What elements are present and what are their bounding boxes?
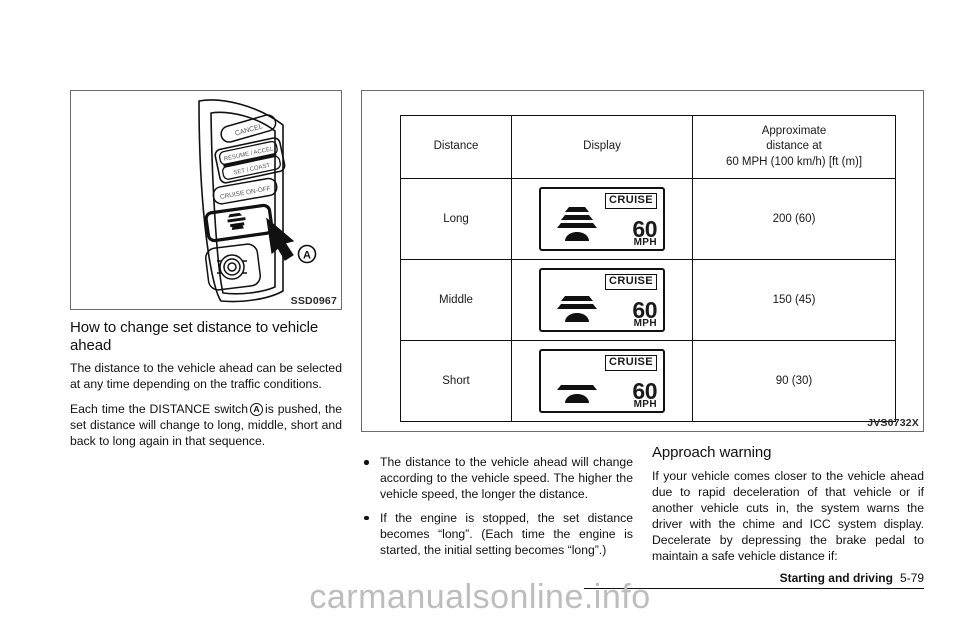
cell-approx-short: 90 (30) [692, 340, 896, 422]
speed-readout-long: 60 MPH [632, 215, 657, 248]
distance-switch-marker: A [250, 403, 264, 417]
header-line-3: 60 MPH (100 km/h) [ft (m)] [725, 155, 863, 168]
steering-switch-illustration: CANCEL RESUME / ACCEL SET / COAST CRUISE… [198, 99, 317, 303]
speed-unit: MPH [633, 236, 657, 248]
icc-display-middle: CRUISE 60 MPH [539, 268, 665, 332]
icc-display-short: CRUISE 60 MPH [539, 349, 665, 413]
cell-distance-middle: Middle [400, 259, 512, 341]
callout-a-marker: A [297, 244, 317, 264]
left-column: CANCEL RESUME / ACCEL SET / COAST CRUISE… [70, 90, 342, 450]
header-line-2: distance at [766, 140, 822, 153]
speed-unit: MPH [633, 398, 657, 410]
list-item: If the engine is stopped, the set distan… [361, 511, 633, 559]
cruise-indicator-short: CRUISE [605, 355, 657, 371]
section-heading: How to change set distance to vehicle ah… [70, 319, 319, 354]
table-header-row: Distance Display Approximate distance at… [400, 115, 896, 179]
callout-arrow-icon [266, 217, 295, 261]
table-row: Long CRUISE 60 MPH 200 (60) [400, 178, 896, 260]
cell-approx-middle: 150 (45) [692, 259, 896, 341]
table-body: Long CRUISE 60 MPH 200 (60) Middle CRUIS… [400, 178, 896, 422]
header-line-1: Approximate [761, 124, 827, 137]
vehicle-distance-icon-long [557, 207, 597, 241]
speed-value: 60 [632, 377, 657, 404]
approach-warning-paragraph: If your vehicle comes closer to the vehi… [652, 468, 924, 563]
footer-rule [584, 588, 924, 589]
footer-section-title: Starting and driving [779, 571, 893, 585]
cell-display-short: CRUISE 60 MPH [511, 340, 693, 422]
cell-display-middle: CRUISE 60 MPH [511, 259, 693, 341]
cell-approx-long: 200 (60) [692, 178, 896, 260]
figure-caption-left: SSD0967 [290, 295, 337, 307]
cruise-indicator-long: CRUISE [605, 193, 657, 209]
paragraph-2-before: Each time the DISTANCE switch [70, 402, 249, 417]
header-distance: Distance [400, 115, 512, 179]
speed-value: 60 [632, 215, 657, 242]
cell-distance-short: Short [400, 340, 512, 422]
speed-readout-middle: 60 MPH [632, 296, 657, 329]
table-row: Short CRUISE 60 MPH 90 (30) [400, 340, 896, 422]
header-display: Display [511, 115, 693, 179]
svg-text:A: A [303, 250, 311, 262]
middle-column-notes: The distance to the vehicle ahead will c… [361, 446, 633, 567]
distance-table-figure: Distance Display Approximate distance at… [361, 90, 924, 432]
section-paragraph-1: The distance to the vehicle ahead can be… [70, 361, 342, 392]
cell-distance-long: Long [400, 178, 512, 260]
switch-label-cancel: CANCEL [234, 123, 263, 138]
section-paragraph-2: Each time the DISTANCE switch Ais pushed,… [70, 402, 342, 450]
manual-page: CANCEL RESUME / ACCEL SET / COAST CRUISE… [0, 0, 960, 616]
vehicle-distance-icon-middle [557, 296, 597, 322]
speed-readout-short: 60 MPH [632, 377, 657, 410]
header-approximate-distance: Approximate distance at 60 MPH (100 km/h… [692, 115, 896, 179]
right-column: Approach warning If your vehicle comes c… [652, 444, 924, 565]
table-row: Middle CRUISE 60 MPH 150 (45) [400, 259, 896, 341]
figure-caption-right: JVS0732X [867, 417, 919, 429]
list-item: The distance to the vehicle ahead will c… [361, 455, 633, 503]
approach-warning-heading: Approach warning [652, 444, 772, 461]
footer-page-number: 5-79 [899, 571, 924, 585]
footer: Starting and driving 5-79 [780, 571, 924, 585]
steering-switch-figure: CANCEL RESUME / ACCEL SET / COAST CRUISE… [70, 90, 342, 310]
icc-display-long: CRUISE 60 MPH [539, 187, 665, 251]
cruise-indicator-middle: CRUISE [605, 274, 657, 290]
speed-unit: MPH [633, 317, 657, 329]
speed-value: 60 [632, 296, 657, 323]
distance-table: Distance Display Approximate distance at… [400, 115, 896, 422]
cell-display-long: CRUISE 60 MPH [511, 178, 693, 260]
notes-list: The distance to the vehicle ahead will c… [361, 455, 633, 559]
vehicle-distance-icon-short [557, 385, 597, 403]
switch-label-cruise-on-off: CRUISE ON-OFF [220, 185, 272, 201]
